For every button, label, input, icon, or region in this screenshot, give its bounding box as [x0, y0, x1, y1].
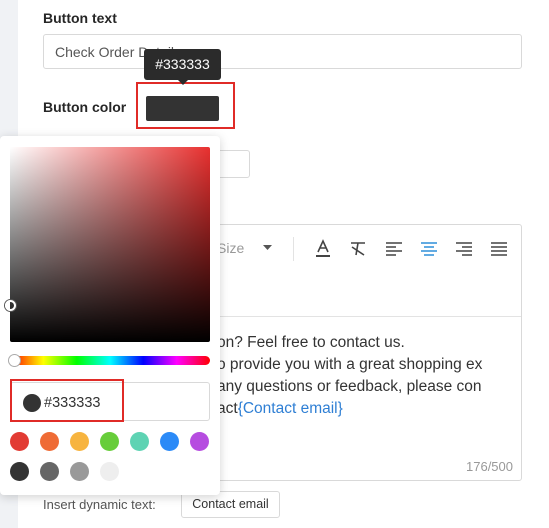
- align-center-icon[interactable]: [419, 239, 439, 259]
- editor-line: o provide you with a great shopping ex: [217, 356, 483, 373]
- character-counter: 176/500: [466, 459, 513, 474]
- align-justify-icon[interactable]: [489, 239, 509, 259]
- align-left-icon[interactable]: [384, 239, 404, 259]
- toolbar-divider: [293, 237, 294, 261]
- highlight-hex-input: [10, 379, 124, 422]
- color-swatch[interactable]: [70, 432, 89, 451]
- color-swatch[interactable]: [100, 432, 119, 451]
- color-swatch[interactable]: [130, 432, 149, 451]
- dynamic-text-label: Insert dynamic text:: [43, 497, 156, 512]
- highlight-color-swatch: [136, 82, 235, 129]
- color-tooltip: #333333: [144, 49, 221, 85]
- contact-email-placeholder: {Contact email}: [237, 400, 343, 417]
- font-color-icon[interactable]: [313, 239, 333, 259]
- button-text-input[interactable]: Check Order Detail: [43, 34, 522, 69]
- button-color-label: Button color: [43, 99, 127, 115]
- font-size-select[interactable]: Size: [217, 240, 244, 256]
- hue-slider-handle[interactable]: [9, 355, 20, 366]
- color-swatch[interactable]: [10, 432, 29, 451]
- clear-format-icon[interactable]: [348, 239, 368, 259]
- color-swatch[interactable]: [160, 432, 179, 451]
- button-text-label: Button text: [43, 10, 117, 26]
- color-swatch[interactable]: [10, 462, 29, 481]
- hue-slider[interactable]: [10, 356, 210, 365]
- editor-line: any questions or feedback, please con: [217, 378, 482, 395]
- color-swatch[interactable]: [40, 462, 59, 481]
- color-swatch[interactable]: [70, 462, 89, 481]
- saturation-handle[interactable]: [5, 300, 16, 311]
- insert-contact-email-button[interactable]: Contact email: [181, 491, 280, 518]
- message-editor[interactable]: Size on? Feel free to contact us. o prov…: [196, 224, 522, 481]
- align-right-icon[interactable]: [454, 239, 474, 259]
- chevron-down-icon: [263, 245, 272, 250]
- color-swatch[interactable]: [190, 432, 209, 451]
- editor-line: act{Contact email}: [217, 400, 343, 417]
- editor-line: on? Feel free to contact us.: [217, 334, 405, 351]
- color-swatch[interactable]: [100, 462, 119, 481]
- color-picker: #333333: [0, 136, 220, 495]
- saturation-area[interactable]: [10, 147, 210, 342]
- color-swatch[interactable]: [40, 432, 59, 451]
- editor-toolbar: Size: [197, 225, 521, 317]
